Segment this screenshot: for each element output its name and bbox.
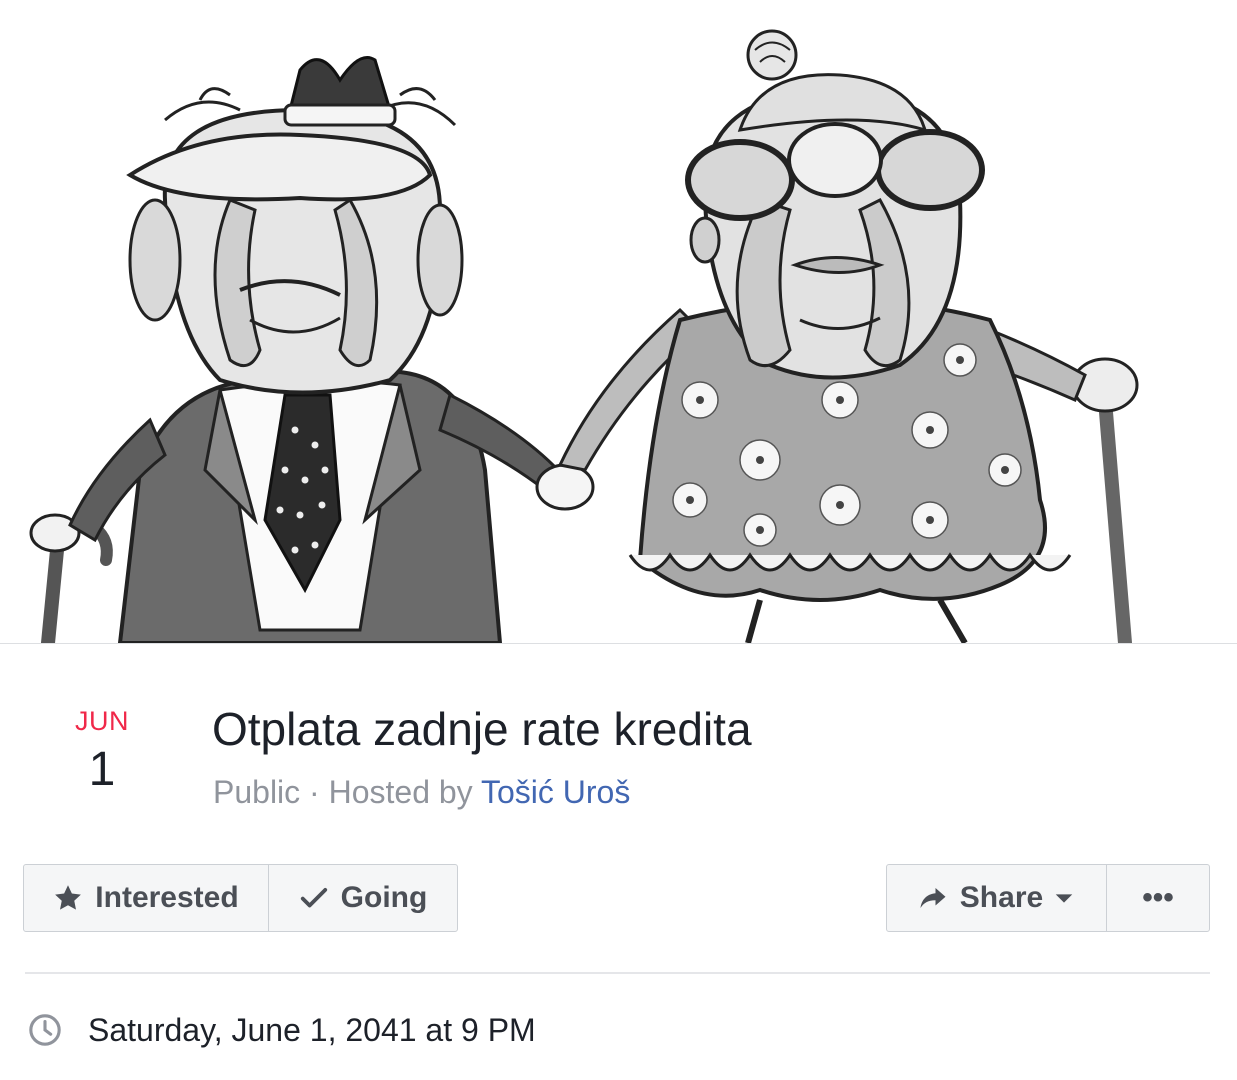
rsvp-button-group: Interested Going xyxy=(23,864,458,932)
event-host-link[interactable]: Tošić Uroš xyxy=(481,774,630,810)
event-time-row: Saturday, June 1, 2041 at 9 PM xyxy=(28,1008,536,1052)
interested-button[interactable]: Interested xyxy=(24,865,268,931)
checkmark-icon xyxy=(299,883,329,913)
clock-icon xyxy=(28,1013,62,1047)
event-title: Otplata zadnje rate kredita xyxy=(212,703,752,755)
share-label: Share xyxy=(959,881,1044,914)
going-button[interactable]: Going xyxy=(268,865,457,931)
going-label: Going xyxy=(340,881,428,914)
hosted-by-label: Hosted by xyxy=(328,774,473,810)
star-icon xyxy=(53,883,83,913)
event-date: JUN 1 xyxy=(52,704,152,798)
share-button-group: Share ••• xyxy=(886,864,1210,932)
event-datetime[interactable]: Saturday, June 1, 2041 at 9 PM xyxy=(88,1008,536,1052)
event-month: JUN xyxy=(75,706,129,736)
share-arrow-icon xyxy=(918,883,948,913)
event-day: 1 xyxy=(88,743,116,796)
share-button[interactable]: Share xyxy=(887,865,1106,931)
more-options-button[interactable]: ••• xyxy=(1106,865,1209,931)
elderly-couple-illustration xyxy=(29,29,1139,643)
interested-label: Interested xyxy=(95,881,239,914)
caret-down-icon xyxy=(1053,887,1075,909)
event-privacy: Public xyxy=(213,774,301,810)
meta-separator: · xyxy=(309,774,329,810)
event-meta: Public · Hosted by Tošić Uroš xyxy=(213,772,630,812)
more-options-icon: ••• xyxy=(1142,881,1174,914)
event-cover-photo[interactable] xyxy=(0,0,1237,644)
section-divider xyxy=(25,972,1210,974)
